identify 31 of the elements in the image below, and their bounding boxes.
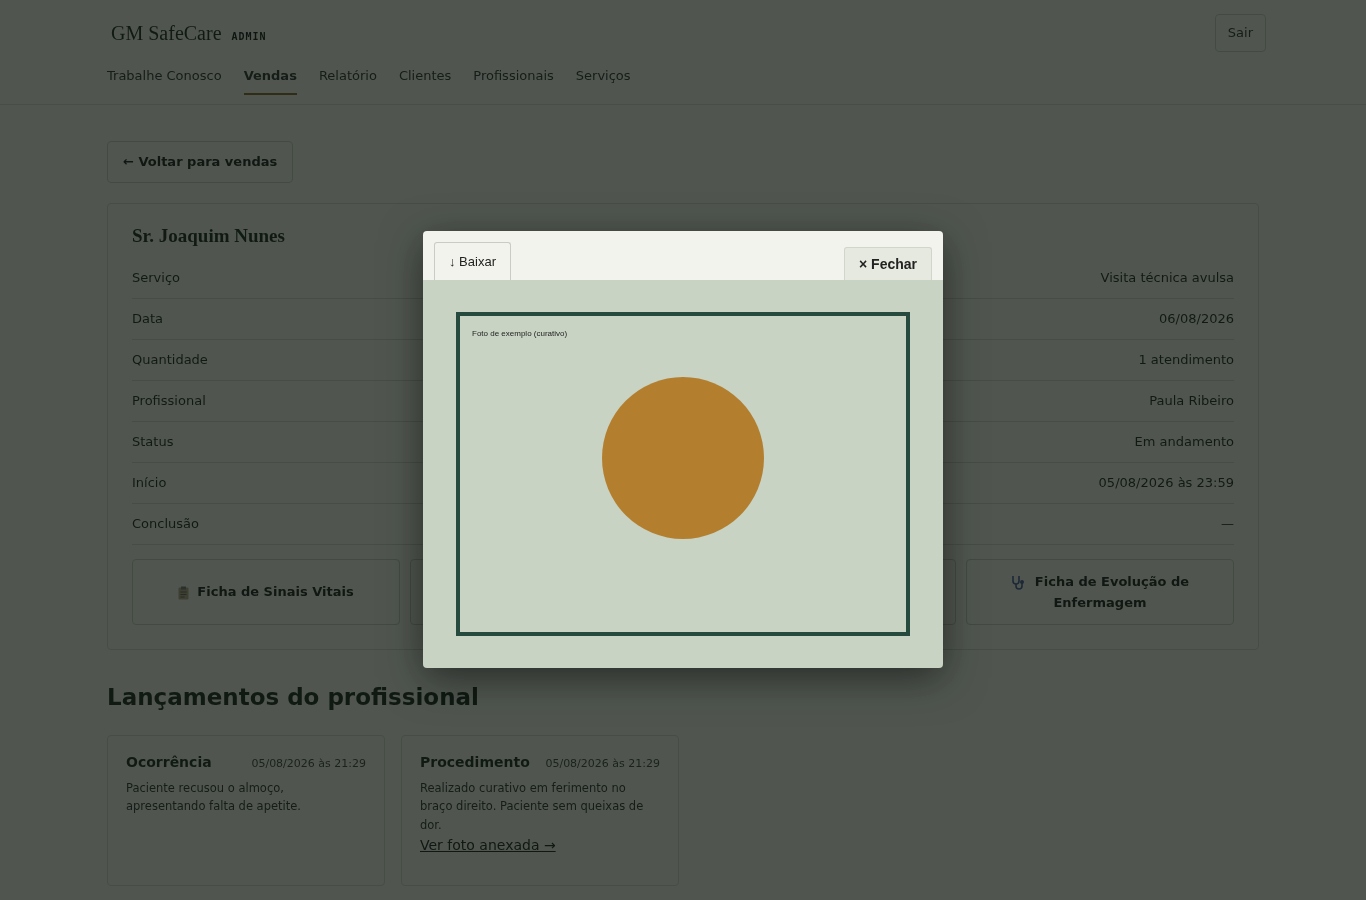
nav-tab[interactable]: Serviços bbox=[575, 59, 631, 95]
section-title: Lançamentos do profissional bbox=[107, 683, 480, 712]
role-label: ADMIN bbox=[231, 29, 267, 44]
brand-name: GM SafeCare bbox=[111, 20, 222, 46]
field-label: Profissional bbox=[132, 392, 206, 411]
field-value: 1 atendimento bbox=[1138, 351, 1234, 370]
nav-tab[interactable]: Relatório bbox=[318, 59, 377, 95]
close-button[interactable]: × Fechar bbox=[844, 247, 932, 280]
field-label: Conclusão bbox=[132, 515, 199, 534]
field-value: — bbox=[1221, 515, 1234, 534]
attachment-link[interactable]: Ver foto anexada → bbox=[420, 837, 556, 854]
field-label: Status bbox=[132, 433, 174, 452]
field-value: Visita técnica avulsa bbox=[1100, 269, 1234, 288]
client-name: Sr. Joaquim Nunes bbox=[132, 223, 285, 248]
entry-type: Procedimento bbox=[420, 752, 530, 772]
nav-tab[interactable]: Profissionais bbox=[473, 59, 554, 95]
entry-text: Paciente recusou o almoço, apresentando falta de apetite. bbox=[126, 779, 302, 816]
entry-text: Realizado curativo em ferimento no braço direito. Paciente sem queixas de dor. bbox=[420, 779, 645, 835]
field-value: 05/08/2026 às 23:59 bbox=[1098, 474, 1234, 493]
field-value: Em andamento bbox=[1134, 433, 1234, 452]
field-value: 06/08/2026 bbox=[1159, 310, 1234, 329]
download-button[interactable]: ↓ Baixar bbox=[434, 242, 511, 280]
nav-tab[interactable]: Clientes bbox=[398, 59, 452, 95]
field-label: Serviço bbox=[132, 269, 180, 288]
field-label: Início bbox=[132, 474, 167, 493]
field-label: Quantidade bbox=[132, 351, 208, 370]
entry-type: Ocorrência bbox=[126, 752, 212, 772]
field-label: Data bbox=[132, 310, 164, 329]
nav-tab[interactable]: Trabalhe Conosco bbox=[107, 59, 222, 95]
field-value: Paula Ribeiro bbox=[1149, 392, 1234, 411]
picture: Foto de exemplo (curativo) bbox=[456, 312, 910, 636]
